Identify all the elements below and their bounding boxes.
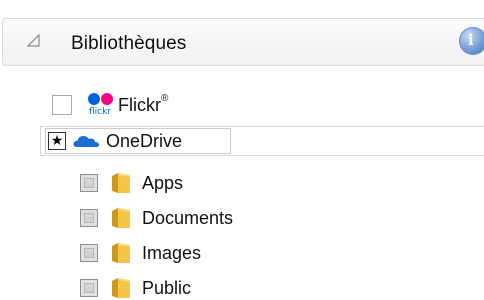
folder-checkbox[interactable]	[80, 174, 98, 192]
flickr-registered-mark: ®	[161, 92, 169, 104]
folder-label: Images	[142, 242, 202, 263]
folder-icon	[112, 173, 130, 193]
folder-checkbox[interactable]	[80, 279, 98, 297]
folder-label: Apps	[142, 172, 184, 193]
svg-text:flickr: flickr	[89, 107, 111, 117]
service-item-flickr[interactable]: flickr Flickr ®	[52, 92, 168, 118]
onedrive-cloud-icon	[73, 136, 99, 147]
libraries-title: Bibliothèques	[71, 33, 187, 54]
folder-item-public[interactable]: Public	[80, 276, 191, 300]
flickr-checkbox[interactable]	[52, 95, 72, 115]
flickr-label: Flickr	[118, 94, 161, 115]
folder-icon	[112, 278, 130, 298]
folder-item-apps[interactable]: Apps	[80, 171, 183, 195]
folder-checkbox[interactable]	[80, 244, 98, 262]
folder-item-images[interactable]: Images	[80, 241, 201, 265]
flickr-logo-icon: flickr	[88, 93, 113, 117]
libraries-header[interactable]: Bibliothèques i	[2, 18, 484, 66]
service-item-onedrive[interactable]: ★ OneDrive	[46, 129, 230, 153]
folder-label: Documents	[142, 207, 234, 228]
onedrive-star-checkbox[interactable]: ★	[48, 132, 66, 150]
onedrive-label: OneDrive	[106, 130, 183, 151]
folder-icon	[112, 208, 130, 228]
folder-item-documents[interactable]: Documents	[80, 206, 233, 230]
folder-icon	[112, 243, 130, 263]
folder-checkbox[interactable]	[80, 209, 98, 227]
collapse-triangle-icon[interactable]	[27, 34, 41, 48]
folder-label: Public	[142, 277, 192, 298]
info-icon[interactable]: i	[459, 27, 484, 57]
